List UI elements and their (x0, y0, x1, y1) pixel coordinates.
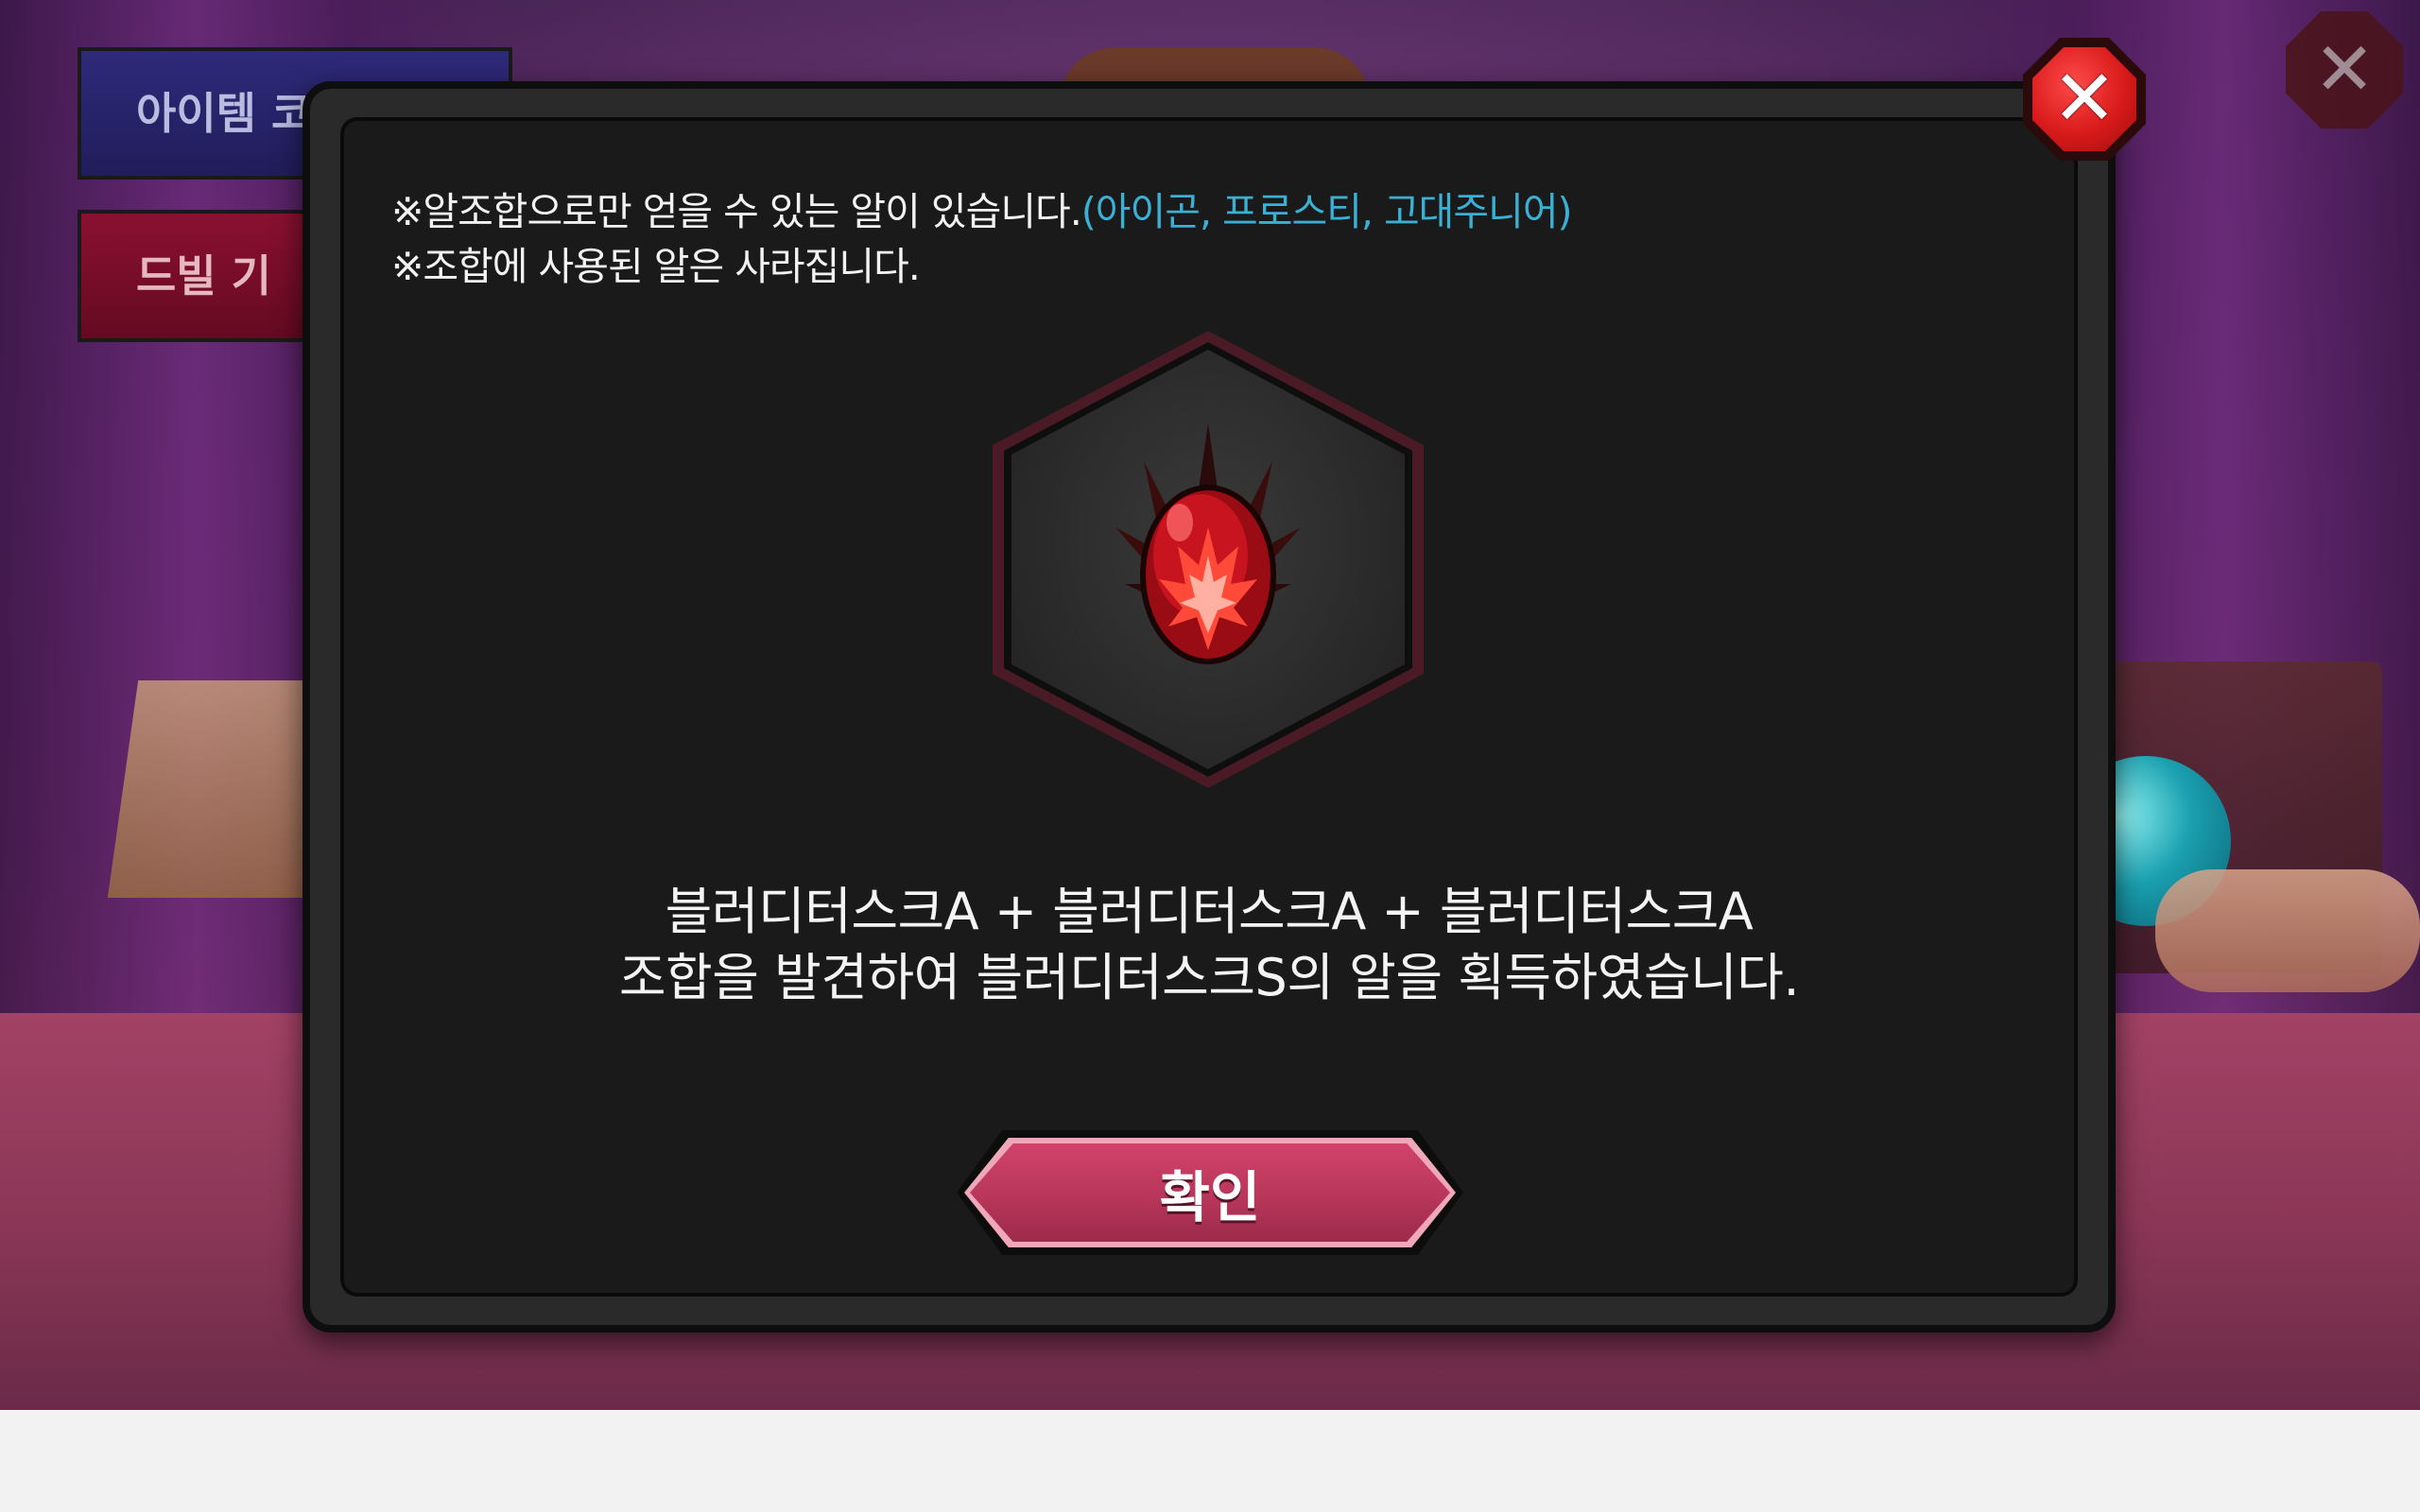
notice-eggs-consumed: ※조합에 사용된 알은 사라집니다. (391, 244, 921, 289)
confirm-button[interactable]: 확인 (957, 1130, 1463, 1255)
notice-egg-list: (아이곤, 프로스티, 고대주니어) (1080, 189, 1573, 234)
dialog-close-button[interactable]: ✕ (2023, 38, 2146, 161)
notice-combination-only: ※알조합으로만 얻을 수 있는 알이 있습니다.(아이곤, 프로스티, 고대주니… (391, 180, 1573, 236)
close-icon: ✕ (2051, 54, 2118, 144)
result-message: 조합을 발견하여 블러디터스크S의 알을 획득하였습니다. (618, 948, 1800, 1007)
result-formula: 블러디터스크A + 블러디터스크A + 블러디터스크A (665, 882, 1754, 941)
bottom-blank-area (0, 1410, 2420, 1512)
background-scrolls (2155, 869, 2420, 992)
game-screen: 아이템 코 드빌 기 ✕ ※알조합으로만 얻을 수 있는 알이 있습니다.(아이… (0, 0, 2420, 1410)
blood-egg-icon (1115, 423, 1301, 664)
screen-close-button[interactable]: ✕ (2286, 11, 2403, 129)
close-button-face: ✕ (2032, 47, 2136, 151)
notice-text: ※알조합으로만 얻을 수 있는 알이 있습니다. (391, 189, 1082, 234)
close-icon: ✕ (2313, 27, 2376, 112)
confirm-button-label: 확인 (1159, 1165, 1261, 1229)
